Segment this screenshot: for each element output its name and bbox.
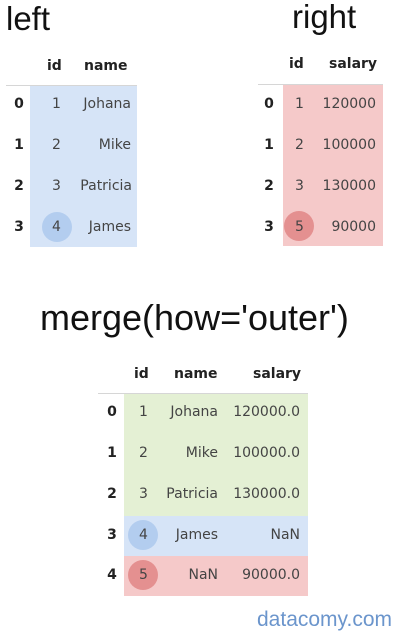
merged-row-salary: NaN xyxy=(270,527,300,543)
merged-row-salary: 90000.0 xyxy=(242,567,300,583)
merged-row-id: 4 xyxy=(139,527,148,543)
diagram-canvas: left right id name 0 1 Johana 1 2 Mike 2… xyxy=(0,0,400,640)
merged-row-name: Mike xyxy=(185,445,218,461)
merged-row-name: Patricia xyxy=(166,486,218,502)
merged-row-salary: 130000.0 xyxy=(233,486,300,502)
merged-row-index: 0 xyxy=(107,404,117,420)
merged-header-name: name xyxy=(174,366,218,382)
merged-row-salary: 100000.0 xyxy=(233,445,300,461)
merged-row-index: 2 xyxy=(107,486,117,502)
footer-watermark: datacomy.com xyxy=(257,608,392,631)
merged-row-id: 3 xyxy=(139,486,148,502)
merged-row-index: 4 xyxy=(107,567,117,583)
merged-row-id: 2 xyxy=(139,445,148,461)
merged-table: id name salary 0 1 Johana 120000.0 1 2 M… xyxy=(0,0,400,640)
merged-row-name: James xyxy=(175,527,218,543)
merged-header-id: id xyxy=(134,366,149,382)
merged-row-id: 5 xyxy=(139,567,148,583)
merged-row-salary: 120000.0 xyxy=(233,404,300,420)
merged-row-name: Johana xyxy=(170,404,218,420)
merged-row-id: 1 xyxy=(139,404,148,420)
merged-row-name: NaN xyxy=(188,567,218,583)
merged-row-index: 3 xyxy=(107,527,117,543)
merged-row-index: 1 xyxy=(107,445,117,461)
merged-header-salary: salary xyxy=(253,366,302,382)
merged-table-header-line xyxy=(98,393,308,394)
